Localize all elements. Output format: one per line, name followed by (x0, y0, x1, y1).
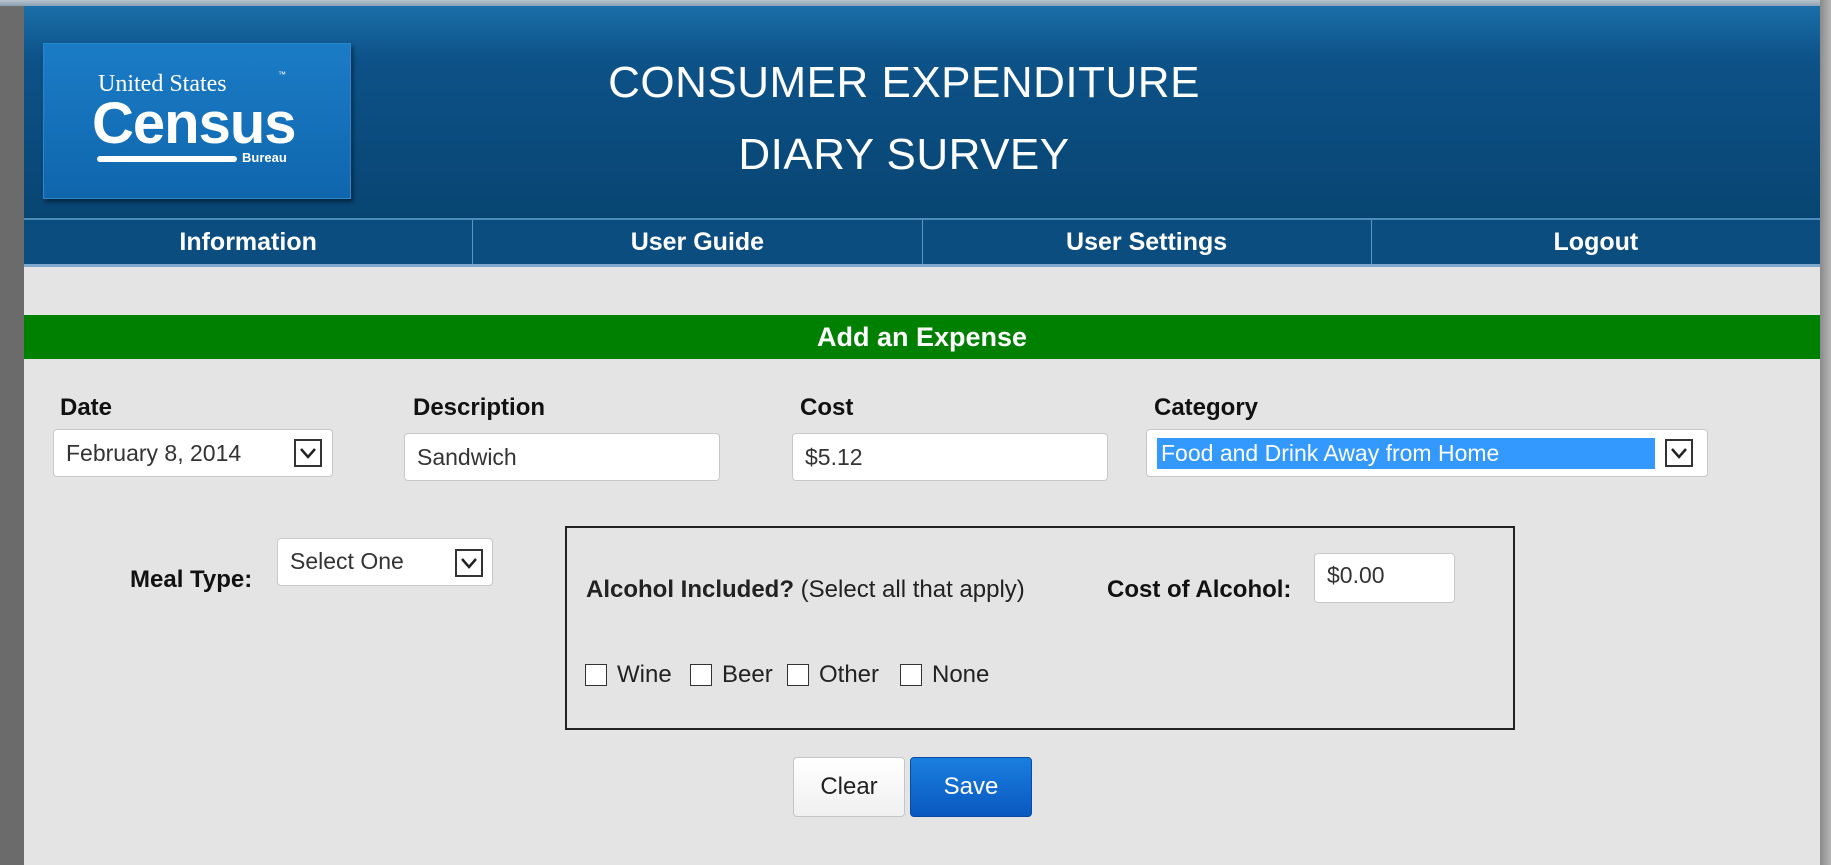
census-logo[interactable]: United States ™ Census Bureau (43, 43, 351, 199)
beer-label: Beer (722, 661, 773, 688)
date-value: February 8, 2014 (66, 439, 242, 466)
date-label: Date (60, 394, 113, 421)
chevron-down-icon[interactable] (294, 439, 322, 467)
description-value: Sandwich (417, 443, 517, 470)
alcohol-question-row: Alcohol Included? (Select all that apply… (586, 576, 1025, 604)
nav-user-settings[interactable]: User Settings (923, 220, 1372, 264)
page-title-line-2: DIARY SURVEY (738, 130, 1070, 179)
none-checkbox[interactable] (900, 664, 922, 686)
page-frame: United States ™ Census Bureau CONSUMER E… (24, 6, 1820, 865)
cost-input[interactable]: $5.12 (792, 433, 1108, 481)
category-select[interactable]: Food and Drink Away from Home (1146, 429, 1708, 477)
description-label: Description (413, 394, 546, 421)
wine-checkbox[interactable] (585, 664, 607, 686)
logo-trademark: ™ (278, 70, 286, 79)
save-button[interactable]: Save (910, 757, 1032, 817)
wine-label: Wine (617, 661, 672, 688)
logo-bureau: Bureau (242, 150, 287, 165)
beer-checkbox[interactable] (690, 664, 712, 686)
window-right-edge (1820, 0, 1831, 865)
nav-information[interactable]: Information (24, 220, 474, 264)
category-value: Food and Drink Away from Home (1157, 437, 1655, 469)
other-checkbox[interactable] (787, 664, 809, 686)
alcohol-panel: Alcohol Included? (Select all that apply… (565, 526, 1515, 730)
cost-of-alcohol-label: Cost of Alcohol: (1107, 576, 1292, 603)
meal-type-select[interactable]: Select One (277, 538, 493, 586)
nav-logout[interactable]: Logout (1372, 220, 1820, 264)
main-nav: Information User Guide User Settings Log… (24, 218, 1820, 267)
cost-value: $5.12 (805, 443, 863, 470)
clear-button[interactable]: Clear (793, 757, 905, 817)
chevron-down-icon[interactable] (455, 549, 483, 577)
cost-of-alcohol-input[interactable]: $0.00 (1314, 553, 1455, 603)
page-title-line-1: CONSUMER EXPENDITURE (608, 58, 1200, 107)
cost-label: Cost (800, 394, 854, 421)
meal-type-value: Select One (290, 548, 404, 574)
form-heading: Add an Expense (24, 315, 1820, 359)
date-select[interactable]: February 8, 2014 (53, 429, 333, 477)
chevron-down-icon[interactable] (1665, 439, 1693, 467)
none-label: None (932, 661, 990, 688)
alcohol-question: Alcohol Included? (586, 576, 794, 603)
description-input[interactable]: Sandwich (404, 433, 720, 481)
category-label: Category (1154, 394, 1259, 421)
nav-user-guide[interactable]: User Guide (473, 220, 923, 264)
site-header: United States ™ Census Bureau CONSUMER E… (24, 6, 1820, 218)
other-label: Other (819, 661, 880, 688)
cost-of-alcohol-value: $0.00 (1327, 562, 1385, 588)
alcohol-hint: (Select all that apply) (800, 576, 1025, 603)
logo-underline (97, 156, 237, 162)
meal-type-label: Meal Type: (130, 566, 253, 593)
logo-census: Census (92, 91, 297, 156)
